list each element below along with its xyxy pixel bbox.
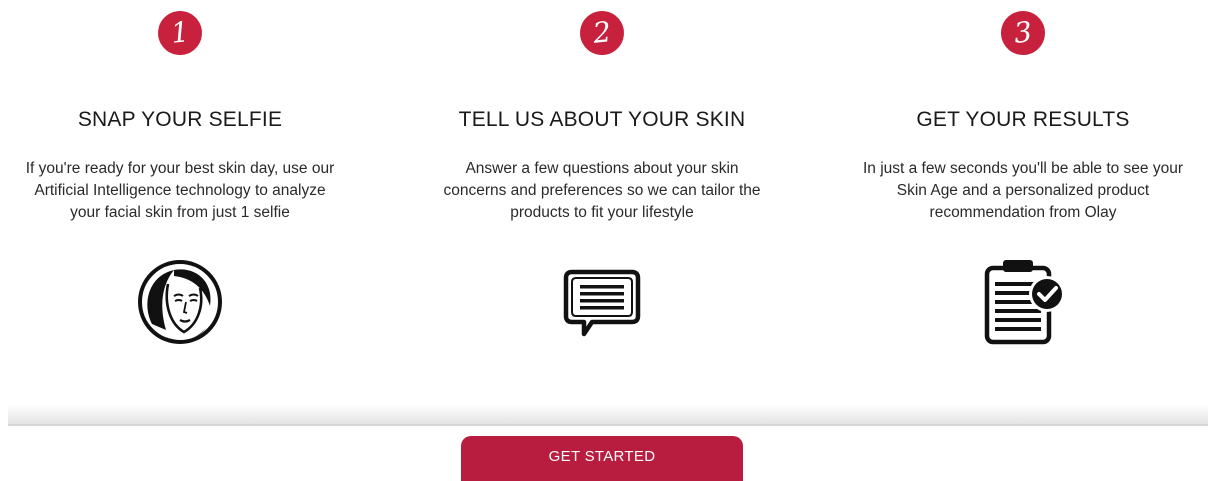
- clipboard-check-icon: [984, 260, 1065, 345]
- step-description-line: If you're ready for your best skin day, …: [25, 160, 335, 177]
- step-title: GET YOUR RESULTS: [916, 108, 1130, 131]
- step-title: TELL US ABOUT YOUR SKIN: [458, 108, 746, 131]
- step-description-line: In just a few seconds you'll be able to …: [862, 160, 1184, 177]
- face-icon: [138, 260, 222, 344]
- get-started-button[interactable]: GET STARTED: [461, 436, 743, 481]
- section-divider: [8, 404, 1208, 426]
- step-description-line: recommendation from Olay: [929, 204, 1117, 221]
- step-description-line: your facial skin from just 1 selfie: [70, 204, 290, 221]
- step-number-badge: 3: [998, 8, 1048, 58]
- step-description-line: Answer a few questions about your skin: [465, 160, 739, 177]
- step-description-line: products to fit your lifestyle: [510, 204, 694, 221]
- step-description: In just a few seconds you'll be able to …: [833, 158, 1208, 224]
- step-description-line: Skin Age and a personalized product: [896, 182, 1150, 199]
- step-number-badge: 2: [577, 8, 627, 58]
- chat-bubble-icon: [563, 269, 641, 337]
- how-it-works-page: 1 SNAP YOUR SELFIE If you're ready for y…: [0, 0, 1208, 481]
- step-description: Answer a few questions about your skin c…: [412, 158, 792, 224]
- section-divider-line: [8, 424, 1208, 426]
- step-description: If you're ready for your best skin day, …: [0, 158, 370, 224]
- step-description-line: concerns and preferences so we can tailo…: [443, 182, 761, 199]
- step-description-line: Artificial Intelligence technology to an…: [34, 182, 326, 199]
- step-title: SNAP YOUR SELFIE: [77, 108, 283, 131]
- step-number-badge: 1: [155, 8, 205, 58]
